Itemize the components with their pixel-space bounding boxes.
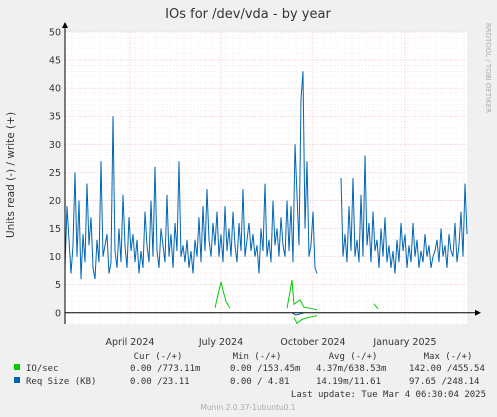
- legend-name-io: IO/sec: [26, 364, 59, 374]
- y-tick-label: 30: [49, 140, 61, 151]
- legend-header-cur: Cur (-/+): [134, 352, 183, 362]
- y-tick-label: 20: [49, 196, 61, 207]
- y-tick-label: 5: [55, 280, 61, 291]
- y-tick-label: 45: [49, 56, 61, 67]
- y-tick-label: 25: [49, 168, 61, 179]
- y-tick-label: 35: [49, 112, 61, 123]
- side-credit-label: RRDTOOL / TOBI OETIKER: [484, 23, 492, 113]
- legend-swatch-req: [14, 377, 20, 383]
- x-tick-label: July 2024: [198, 337, 243, 348]
- y-tick-label: 0: [55, 308, 61, 319]
- y-tick-label: 40: [49, 84, 61, 95]
- legend-avg-req: 14.19m/11.61: [316, 377, 381, 387]
- y-axis-label: Units read (-) / write (+): [5, 112, 17, 238]
- x-tick-label: October 2024: [280, 337, 345, 348]
- legend-max-io: 142.00 /455.54: [409, 364, 485, 374]
- legend-cur-io: 0.00 /773.11m: [130, 364, 200, 374]
- legend-min-req: 0.00 / 4.81: [230, 377, 290, 387]
- y-tick-label: 15: [49, 224, 61, 235]
- legend-header-min: Min (-/+): [233, 352, 282, 362]
- y-tick-label: 50: [49, 28, 61, 39]
- legend-swatch-io: [14, 364, 20, 370]
- legend-name-req: Req Size (KB): [26, 377, 96, 387]
- x-tick-label: April 2024: [106, 337, 155, 348]
- y-tick-label: 10: [49, 252, 61, 263]
- legend-header-max: Max (-/+): [424, 352, 473, 362]
- footer-version: Munin 2.0.37-1ubuntu0.1: [200, 403, 295, 412]
- legend-max-req: 97.65 /248.14: [409, 377, 479, 387]
- legend-min-io: 0.00 /153.45m: [230, 364, 300, 374]
- last-update-text: Last update: Tue Mar 4 06:30:04 2025: [291, 390, 486, 400]
- x-tick-label: January 2025: [372, 337, 436, 348]
- legend-avg-io: 4.37m/638.53m: [316, 364, 386, 374]
- chart-frame: IOs for /dev/vda - by year Units read (-…: [0, 0, 497, 417]
- chart-title: IOs for /dev/vda - by year: [165, 7, 331, 22]
- legend-header-avg: Avg (-/+): [329, 352, 378, 362]
- legend-cur-req: 0.00 /23.11: [130, 377, 190, 387]
